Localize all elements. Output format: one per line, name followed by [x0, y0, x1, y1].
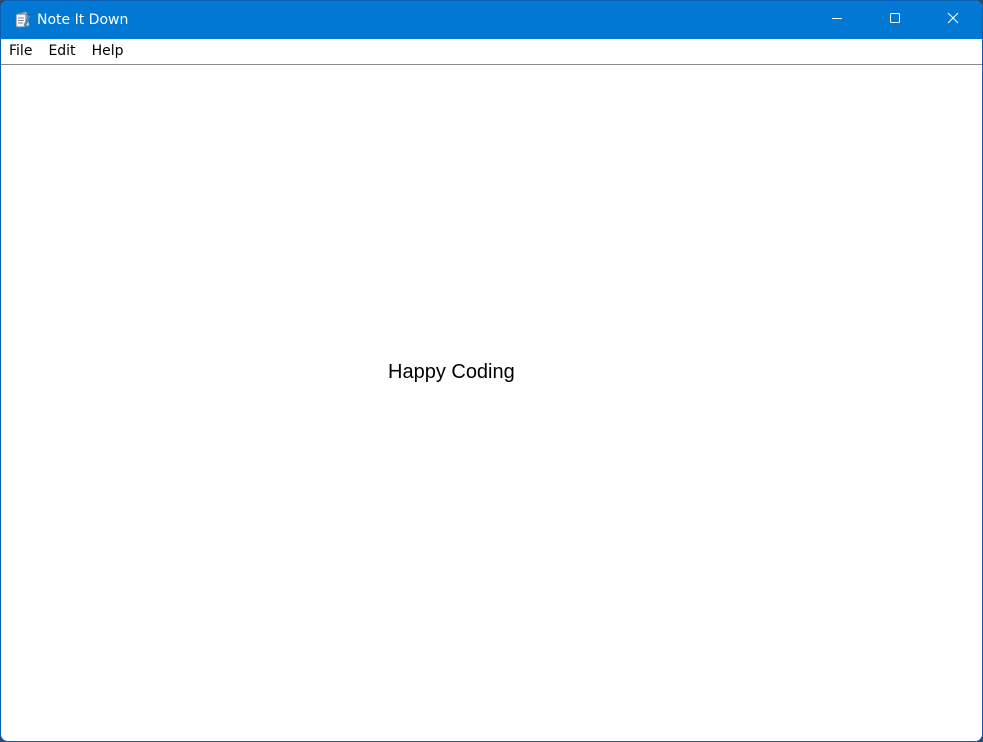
caption-buttons — [808, 1, 982, 39]
title-bar[interactable]: Note It Down — [1, 1, 982, 39]
close-icon — [947, 11, 959, 29]
window-title: Note It Down — [37, 12, 129, 28]
close-button[interactable] — [924, 1, 982, 39]
minimize-icon — [831, 11, 843, 29]
text-editor-area[interactable]: Happy Coding — [1, 65, 982, 741]
notepad-icon — [12, 10, 32, 30]
menu-bar: File Edit Help — [1, 39, 982, 65]
maximize-button[interactable] — [866, 1, 924, 39]
menu-file[interactable]: File — [1, 39, 39, 64]
menu-help[interactable]: Help — [84, 39, 131, 64]
app-window: Note It Down File Edit Help Happy Coding — [0, 0, 983, 742]
editor-content: Happy Coding — [388, 361, 515, 383]
maximize-icon — [889, 11, 901, 29]
menu-edit[interactable]: Edit — [40, 39, 82, 64]
minimize-button[interactable] — [808, 1, 866, 39]
